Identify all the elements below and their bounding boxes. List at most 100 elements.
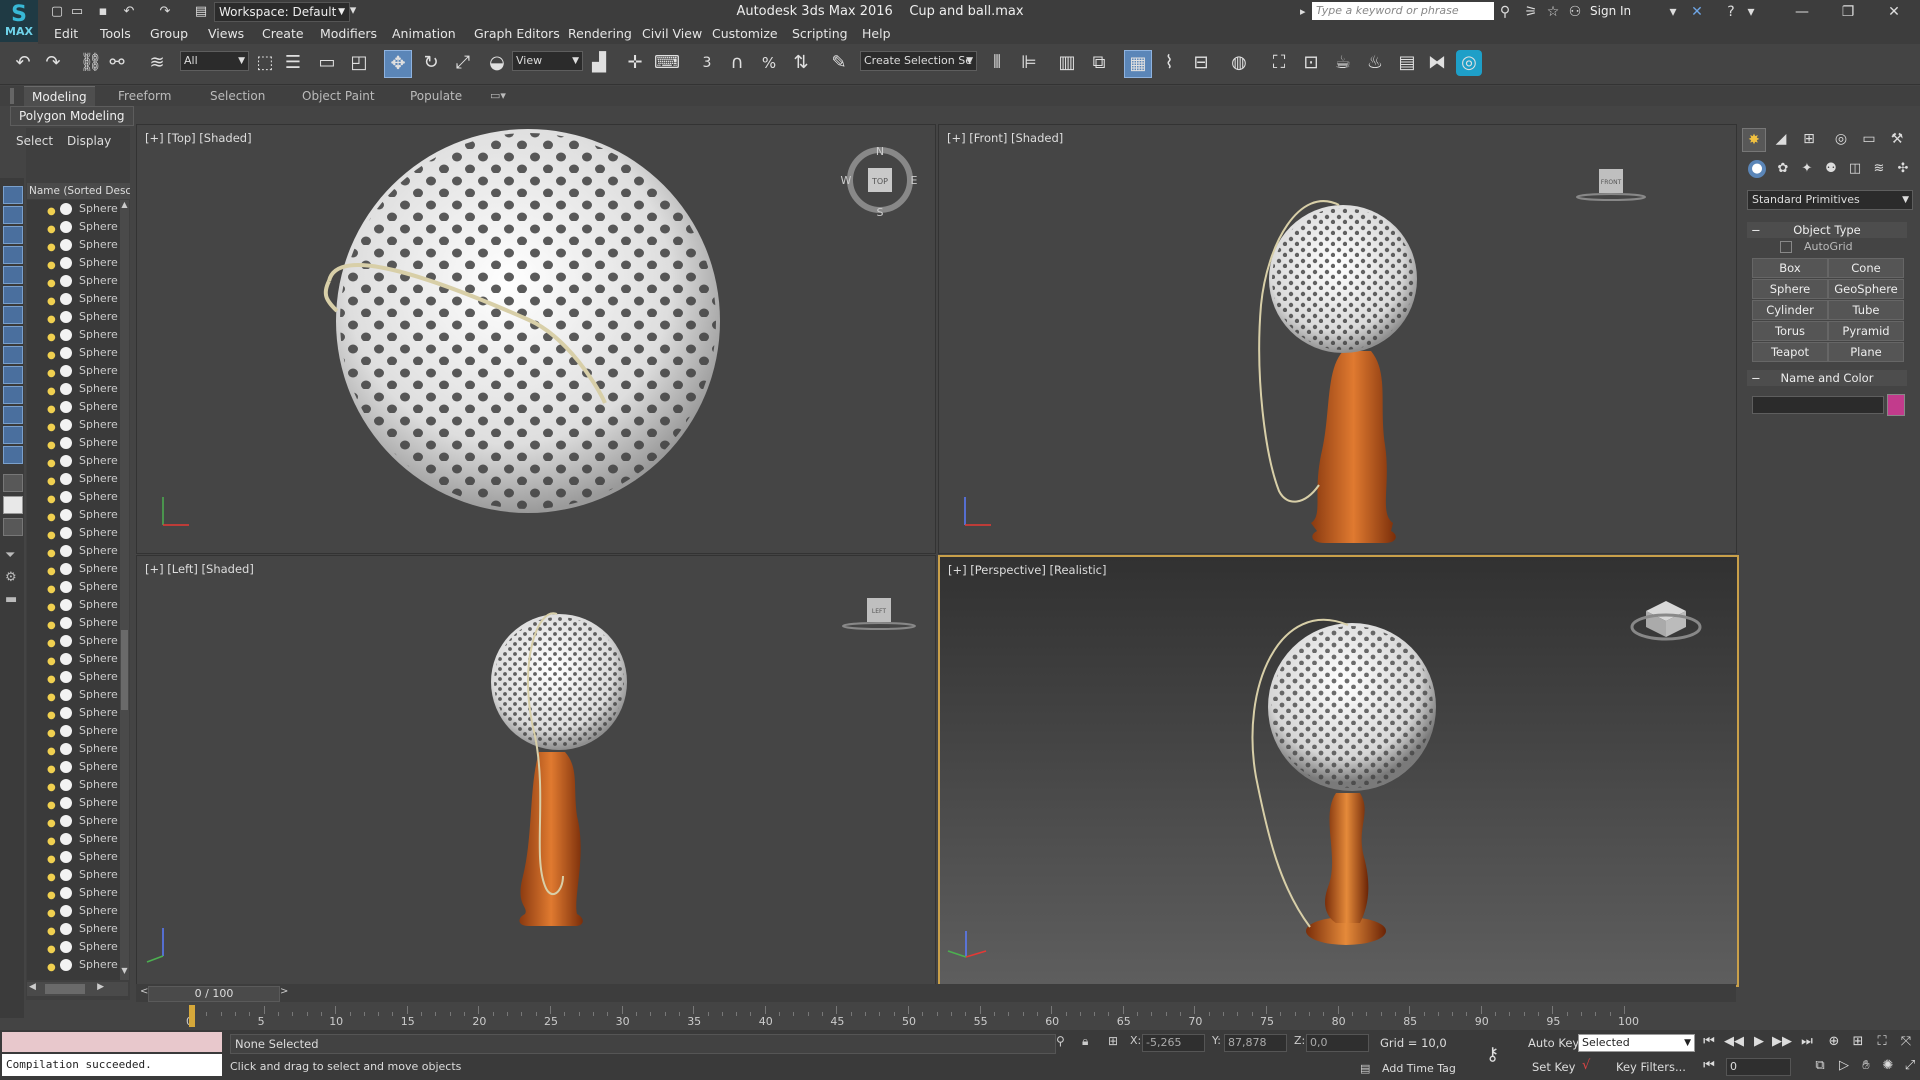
render-setup-icon[interactable]: ⛶ xyxy=(1266,50,1292,76)
autogrid-checkbox[interactable]: AutoGrid xyxy=(1780,240,1853,253)
current-frame-input[interactable]: 0 xyxy=(1726,1058,1791,1076)
set-key-button[interactable]: Set Key xyxy=(1532,1060,1575,1074)
cone-button[interactable]: Cone xyxy=(1828,258,1904,278)
display-cameras-icon[interactable] xyxy=(3,246,23,264)
scroll-thumb[interactable] xyxy=(45,984,85,994)
menu-rendering[interactable]: Rendering xyxy=(568,26,632,41)
scroll-down-icon[interactable]: ▼ xyxy=(121,966,128,980)
previous-frame-icon[interactable]: ◀◀ xyxy=(1724,1034,1744,1049)
list-item[interactable]: ● Sphere xyxy=(27,326,120,344)
list-item[interactable]: ● Sphere xyxy=(27,884,120,902)
bind-space-warp-icon[interactable]: ≋ xyxy=(144,50,170,76)
list-item[interactable]: ● Sphere xyxy=(27,452,120,470)
next-frame-icon[interactable]: ▶▶ xyxy=(1772,1034,1792,1049)
list-item[interactable]: ● Sphere xyxy=(27,470,120,488)
layer-explorer-icon[interactable]: ⧉ xyxy=(1086,50,1112,76)
play-icon[interactable]: ▶ xyxy=(1750,1034,1768,1049)
help-dropdown-icon[interactable]: ▾ xyxy=(1742,3,1760,21)
scene-tab-display[interactable]: Display xyxy=(67,134,111,148)
save-icon[interactable]: ▪ xyxy=(94,3,112,21)
scroll-thumb[interactable] xyxy=(121,630,128,710)
list-item[interactable]: ● Sphere xyxy=(27,218,120,236)
viewport-front[interactable]: [+] [Front] [Shaded] FRONT xyxy=(938,124,1737,554)
shapes-category-icon[interactable]: ✿ xyxy=(1774,160,1792,178)
select-object-icon[interactable]: ⬚ xyxy=(252,50,278,76)
list-item[interactable]: ● Sphere xyxy=(27,848,120,866)
scene-tab-select[interactable]: Select xyxy=(16,134,53,148)
favorites-star-icon[interactable]: ☆ xyxy=(1544,3,1562,21)
search-input[interactable]: Type a keyword or phrase xyxy=(1312,2,1494,20)
viewport-left[interactable]: [+] [Left] [Shaded] LEFT xyxy=(136,555,936,985)
current-frame-marker[interactable] xyxy=(189,1005,195,1027)
trackbar[interactable]: 0510152025303540455055606570758085909510… xyxy=(136,1004,1736,1030)
reference-coordinate-dropdown[interactable]: View ▼ xyxy=(512,51,583,71)
workspace-dropdown[interactable]: Workspace: Default ▼ xyxy=(214,2,350,22)
list-item[interactable]: ● Sphere xyxy=(27,632,120,650)
angle-snap-icon[interactable]: ∩ xyxy=(724,50,750,76)
autodesk-a360-icon[interactable]: ◎ xyxy=(1456,50,1482,76)
undo-icon[interactable]: ↶ xyxy=(10,50,36,76)
app-logo-button[interactable]: S MAX xyxy=(0,0,38,42)
zoom-all-icon[interactable]: ⊞ xyxy=(1848,1034,1868,1049)
project-folder-icon[interactable]: ▤ xyxy=(192,3,210,21)
x-coordinate-input[interactable]: -5,265 xyxy=(1142,1034,1205,1052)
list-item[interactable]: ● Sphere xyxy=(27,614,120,632)
curve-editor-icon[interactable]: ⌇ xyxy=(1156,50,1182,76)
scene-object-list[interactable]: ● Sphere ● Sphere ● Sphere ● Sphere ● Sphere ● Sphe… xyxy=(27,200,120,980)
unlink-icon[interactable]: ⚯ xyxy=(104,50,130,76)
display-containers-icon[interactable] xyxy=(3,366,23,384)
geometry-category-icon[interactable]: ● xyxy=(1748,160,1766,178)
list-item[interactable]: ● Sphere xyxy=(27,542,120,560)
ribbon-tab-object-paint[interactable]: Object Paint xyxy=(294,86,383,106)
menu-scripting[interactable]: Scripting xyxy=(792,26,848,41)
scene-list-vertical-scrollbar[interactable]: ▲ ▼ xyxy=(120,200,129,980)
list-item[interactable]: ● Sphere xyxy=(27,902,120,920)
menu-tools[interactable]: Tools xyxy=(100,26,131,41)
list-item[interactable]: ● Sphere xyxy=(27,380,120,398)
render-iterative-icon[interactable]: ♨ xyxy=(1362,50,1388,76)
list-item[interactable]: ● Sphere xyxy=(27,704,120,722)
maxscript-listener-input[interactable] xyxy=(2,1032,222,1052)
spinner-snap-icon[interactable]: ⇅ xyxy=(788,50,814,76)
selection-lock-icon[interactable]: 🔒︎ xyxy=(1082,1034,1088,1049)
display-helpers-icon[interactable] xyxy=(3,266,23,284)
menu-graph-editors[interactable]: Graph Editors xyxy=(474,26,560,41)
layer-toggle-icon[interactable]: ▬ xyxy=(5,592,17,607)
maxscript-output[interactable]: Compilation succeeded. xyxy=(2,1054,222,1076)
helpers-category-icon[interactable]: ◫ xyxy=(1846,160,1864,178)
viewcube-front[interactable]: FRONT xyxy=(1576,169,1646,201)
quick-access-menu-icon[interactable]: ▾ xyxy=(344,2,362,20)
minimize-button[interactable]: — xyxy=(1780,0,1824,24)
polygon-modeling-panel[interactable]: Polygon Modeling xyxy=(10,106,134,126)
snaps-toggle-icon[interactable]: 3 xyxy=(694,50,720,76)
list-item[interactable]: ● Sphere xyxy=(27,722,120,740)
select-and-link-icon[interactable]: ⛓ xyxy=(78,50,104,76)
plane-button[interactable]: Plane xyxy=(1828,342,1904,362)
redo-icon[interactable]: ↷ xyxy=(40,50,66,76)
menu-animation[interactable]: Animation xyxy=(392,26,456,41)
pivot-center-icon[interactable]: ▟ xyxy=(586,50,612,76)
viewport-perspective[interactable]: [+] [Perspective] [Realistic] xyxy=(938,555,1739,987)
key-filters-button[interactable]: Key Filters... xyxy=(1616,1060,1686,1074)
viewcube-perspective[interactable] xyxy=(1630,601,1702,641)
go-to-end-icon[interactable]: ⏭ xyxy=(1798,1034,1816,1049)
select-manipulate-icon[interactable]: ✛ xyxy=(622,50,648,76)
list-item[interactable]: ● Sphere xyxy=(27,812,120,830)
render-in-cloud-icon[interactable]: ⧓ xyxy=(1424,50,1450,76)
rectangular-selection-icon[interactable]: ▭ xyxy=(314,50,340,76)
orbit-icon[interactable]: ✺ xyxy=(1878,1058,1898,1073)
sphere-button[interactable]: Sphere xyxy=(1752,279,1828,299)
scroll-up-icon[interactable]: ▲ xyxy=(121,200,128,214)
auto-key-button[interactable]: Auto Key xyxy=(1528,1036,1579,1050)
list-item[interactable]: ● Sphere xyxy=(27,200,120,218)
scene-list-horizontal-scrollbar[interactable]: ◀ ▶ xyxy=(27,982,128,996)
undo-quick-icon[interactable]: ↶ xyxy=(120,3,138,21)
list-item[interactable]: ● Sphere xyxy=(27,560,120,578)
display-frozen-icon[interactable] xyxy=(3,386,23,404)
zoom-extents-all-icon[interactable]: ⤧ xyxy=(1896,1034,1916,1049)
render-active-shade-icon[interactable]: ▤ xyxy=(1394,50,1420,76)
utilities-tab-icon[interactable]: ⚒ xyxy=(1886,128,1908,150)
pyramid-button[interactable]: Pyramid xyxy=(1828,321,1904,341)
display-geometry-icon[interactable] xyxy=(3,186,23,204)
list-item[interactable]: ● Sphere xyxy=(27,398,120,416)
